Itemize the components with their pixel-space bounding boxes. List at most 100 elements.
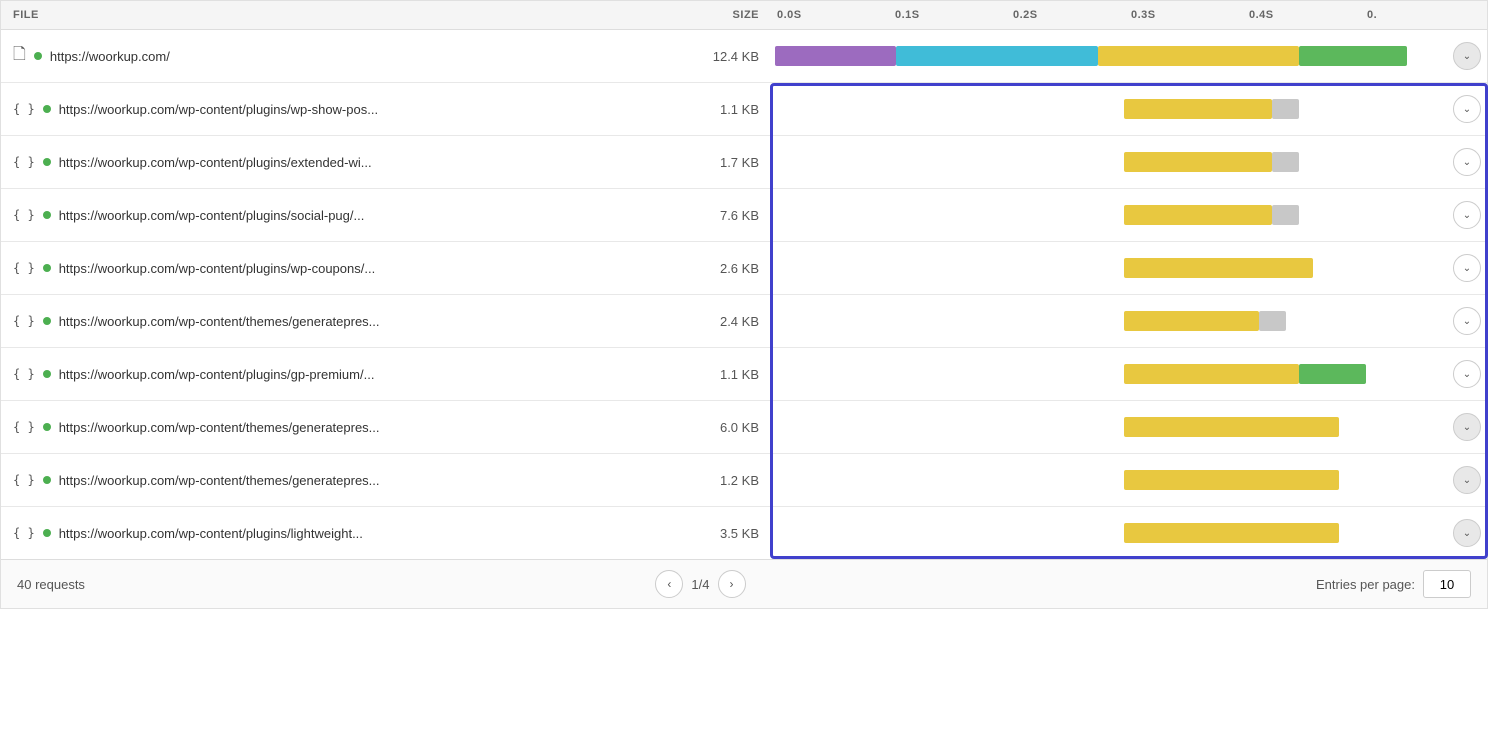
timeline-bar: [1299, 364, 1366, 384]
status-dot: [43, 476, 51, 484]
file-url: https://woorkup.com/wp-content/plugins/w…: [59, 102, 378, 117]
timeline-bar: [896, 46, 1098, 66]
next-page-button[interactable]: ›: [718, 570, 746, 598]
timeline-bar: [1124, 470, 1339, 490]
bar-container: [775, 523, 1447, 543]
row-timeline-cell: ⌄: [771, 454, 1487, 506]
expand-button[interactable]: ⌄: [1453, 254, 1481, 282]
table-row: { }https://woorkup.com/wp-content/plugin…: [1, 242, 1487, 295]
requests-count: 40 requests: [17, 577, 85, 592]
network-table: FILE SIZE 0.0s 0.1s 0.2s 0.3s 0.4s 0. 🗋h…: [0, 0, 1488, 609]
row-size-cell: 6.0 KB: [671, 412, 771, 443]
marker-0: 0.0s: [775, 9, 893, 21]
marker-4: 0.4s: [1247, 9, 1365, 21]
timeline-bar: [775, 46, 896, 66]
row-size-cell: 7.6 KB: [671, 200, 771, 231]
row-file-cell: { }https://woorkup.com/wp-content/plugin…: [1, 359, 671, 390]
expand-button[interactable]: ⌄: [1453, 95, 1481, 123]
table-row: { }https://woorkup.com/wp-content/themes…: [1, 295, 1487, 348]
entries-per-page: Entries per page:: [1316, 570, 1471, 598]
row-file-cell: { } https://woorkup.com/wp-content/themes…: [1, 412, 671, 443]
bar-container: [775, 205, 1447, 225]
file-url: https://woorkup.com/wp-content/themes/ge…: [59, 420, 380, 435]
expand-button[interactable]: ⌄: [1453, 148, 1481, 176]
marker-2: 0.2s: [1011, 9, 1129, 21]
bar-container: [775, 364, 1447, 384]
row-size-cell: 1.1 KB: [671, 94, 771, 125]
row-timeline-cell: ⌄: [771, 242, 1487, 294]
bar-container: [775, 470, 1447, 490]
timeline-bar: [1124, 258, 1312, 278]
expand-button[interactable]: ⌄: [1453, 360, 1481, 388]
row-file-cell: { }https://woorkup.com/wp-content/plugin…: [1, 253, 671, 284]
row-size-cell: 1.1 KB: [671, 359, 771, 390]
status-dot: [43, 423, 51, 431]
table-row: { }https://woorkup.com/wp-content/plugin…: [1, 348, 1487, 401]
timeline-bar: [1299, 46, 1407, 66]
status-dot: [43, 211, 51, 219]
row-timeline-cell: ⌄: [771, 348, 1487, 400]
status-dot: [43, 264, 51, 272]
marker-5: 0.: [1365, 9, 1483, 21]
bar-container: [775, 417, 1447, 437]
table-row: 🗋https://woorkup.com/12.4 KB ⌄: [1, 30, 1487, 83]
status-dot: [43, 105, 51, 113]
table-row: { }https://woorkup.com/wp-content/plugin…: [1, 507, 1487, 559]
table: FILE SIZE 0.0s 0.1s 0.2s 0.3s 0.4s 0. 🗋h…: [0, 0, 1488, 609]
bar-container: [775, 99, 1447, 119]
row-file-cell: 🗋https://woorkup.com/: [1, 35, 671, 78]
table-row: { } https://woorkup.com/wp-content/themes…: [1, 401, 1487, 454]
header-timeline: 0.0s 0.1s 0.2s 0.3s 0.4s 0.: [771, 1, 1487, 29]
bar-container: [775, 152, 1447, 172]
page-icon: 🗋: [13, 43, 26, 70]
timeline-bar: [1124, 152, 1272, 172]
js-icon: { }: [13, 208, 35, 222]
js-icon: { }: [13, 526, 35, 540]
entries-input[interactable]: [1423, 570, 1471, 598]
expand-button[interactable]: ⌄: [1453, 42, 1481, 70]
table-row: { }https://woorkup.com/wp-content/plugin…: [1, 189, 1487, 242]
bar-container: [775, 46, 1447, 66]
expand-button[interactable]: ⌄: [1453, 519, 1481, 547]
marker-3: 0.3s: [1129, 9, 1247, 21]
expand-button[interactable]: ⌄: [1453, 466, 1481, 494]
expand-button[interactable]: ⌄: [1453, 413, 1481, 441]
timeline-bar: [1124, 364, 1299, 384]
table-row: { }https://woorkup.com/wp-content/themes…: [1, 454, 1487, 507]
table-header: FILE SIZE 0.0s 0.1s 0.2s 0.3s 0.4s 0.: [1, 1, 1487, 30]
bar-container: [775, 311, 1447, 331]
js-icon: { }: [13, 261, 35, 275]
file-url: https://woorkup.com/wp-content/plugins/g…: [59, 367, 375, 382]
header-file: FILE: [1, 1, 671, 29]
row-file-cell: { } https://woorkup.com/wp-content/plugin…: [1, 94, 671, 125]
js-icon: { }: [13, 420, 35, 434]
expand-button[interactable]: ⌄: [1453, 307, 1481, 335]
row-size-cell: 12.4 KB: [671, 41, 771, 72]
expand-button[interactable]: ⌄: [1453, 201, 1481, 229]
row-timeline-cell: ⌄: [771, 83, 1487, 135]
js-icon: { }: [13, 155, 35, 169]
status-dot: [43, 370, 51, 378]
row-size-cell: 3.5 KB: [671, 518, 771, 549]
table-row: { }https://woorkup.com/wp-content/plugin…: [1, 136, 1487, 189]
row-timeline-cell: ⌄: [771, 136, 1487, 188]
js-icon: { }: [13, 102, 35, 116]
row-timeline-cell: ⌄: [771, 507, 1487, 559]
timeline-bar: [1272, 152, 1299, 172]
js-icon: { }: [13, 314, 35, 328]
pagination: ‹ 1/4 ›: [655, 570, 745, 598]
prev-page-button[interactable]: ‹: [655, 570, 683, 598]
timeline-bar: [1272, 205, 1299, 225]
row-size-cell: 1.7 KB: [671, 147, 771, 178]
timeline-bar: [1272, 99, 1299, 119]
status-dot: [43, 529, 51, 537]
row-size-cell: 2.6 KB: [671, 253, 771, 284]
header-size: SIZE: [671, 1, 771, 29]
marker-1: 0.1s: [893, 9, 1011, 21]
table-row: { } https://woorkup.com/wp-content/plugin…: [1, 83, 1487, 136]
timeline-bar: [1124, 99, 1272, 119]
status-dot: [43, 317, 51, 325]
row-file-cell: { }https://woorkup.com/wp-content/plugin…: [1, 200, 671, 231]
row-file-cell: { }https://woorkup.com/wp-content/themes…: [1, 465, 671, 496]
timeline-bar: [1098, 46, 1300, 66]
